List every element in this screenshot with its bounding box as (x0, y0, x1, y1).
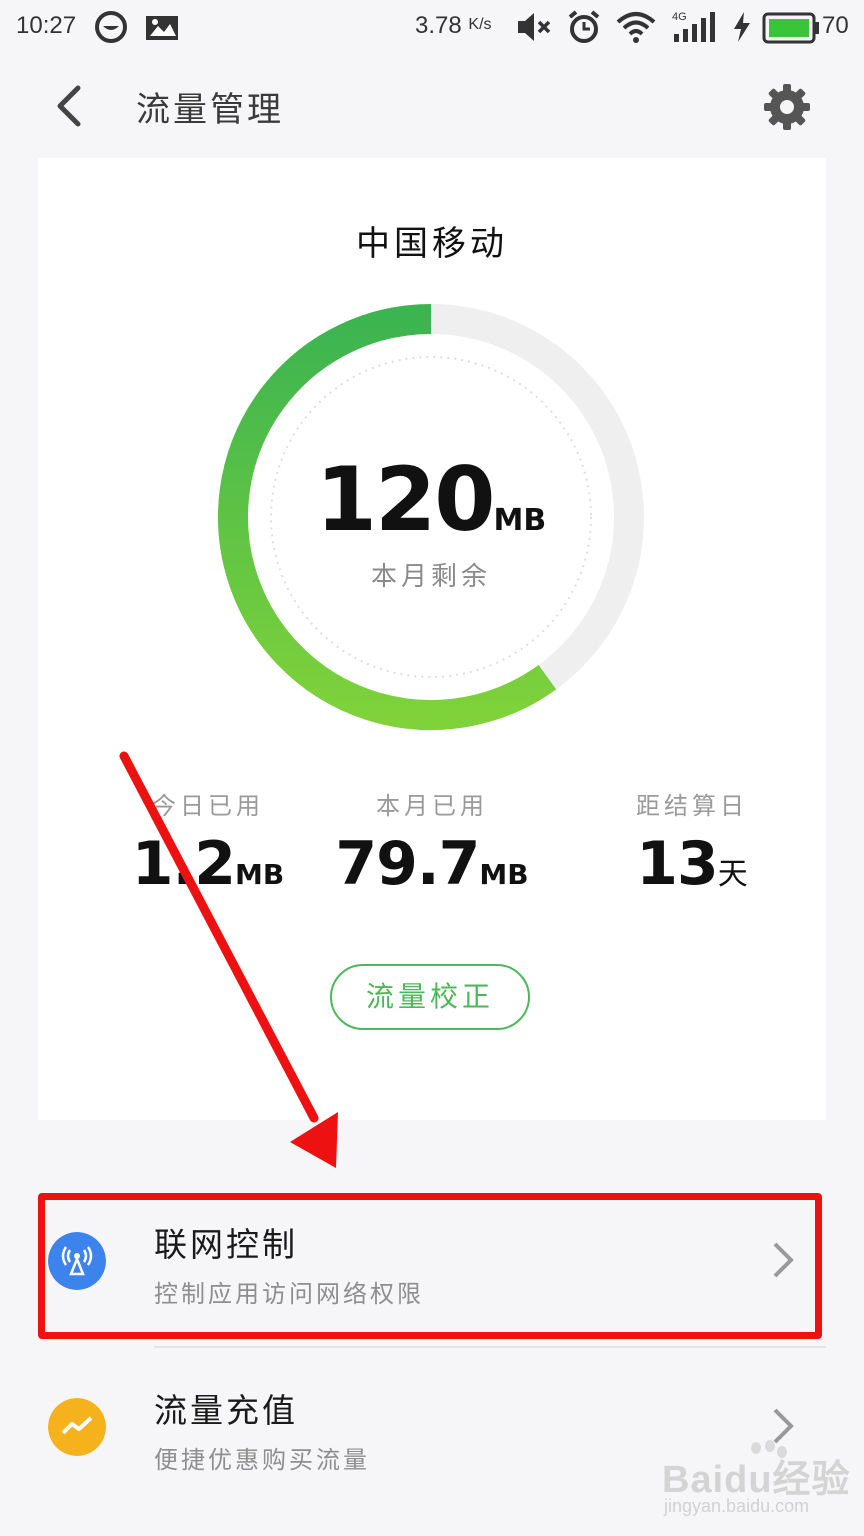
antenna-icon (48, 1232, 106, 1290)
remaining-value: 120MB (216, 448, 646, 551)
speed-unit: K/s (468, 16, 492, 33)
network-speed: 3.78 K/s (415, 12, 492, 40)
network-type-text: 4G (672, 11, 687, 23)
remaining-label: 本月剩余 (370, 562, 491, 592)
remaining-number: 120 (315, 448, 496, 551)
stat-number: 13 (636, 829, 718, 899)
chat-bubble-icon (95, 11, 127, 43)
stat-label: 本月已用 (376, 792, 488, 820)
chevron-right-icon (773, 1242, 794, 1278)
stat-days-to-billing: 距结算日 13天 (567, 786, 817, 899)
battery-icon (762, 12, 819, 44)
stat-unit: MB (235, 858, 285, 891)
data-usage-card: 中国移动 120MB 本月剩余 今日已用 1.2MB 本月已用 79.7MB 距… (38, 158, 826, 1120)
status-bar: 10:27 3.78 K/s 4G 70 (0, 0, 864, 56)
wifi-icon (616, 12, 656, 43)
list-item-network-control[interactable]: 联网控制 控制应用访问网络权限 (38, 1194, 826, 1344)
trend-icon (48, 1398, 106, 1456)
list-item-subtitle: 控制应用访问网络权限 (154, 1280, 424, 1308)
stat-today-used: 今日已用 1.2MB (83, 786, 333, 899)
watermark-text: Baidu经验 (662, 1459, 851, 1501)
alarm-icon (568, 10, 600, 43)
app-header: 流量管理 (0, 60, 864, 152)
stat-label: 今日已用 (152, 792, 264, 820)
list-item-title: 联网控制 (154, 1225, 298, 1264)
list-divider (154, 1346, 826, 1348)
stat-number: 1.2 (131, 829, 236, 899)
mute-icon (518, 13, 551, 41)
usage-stats: 今日已用 1.2MB 本月已用 79.7MB 距结算日 13天 (38, 786, 826, 906)
stat-value: 13天 (567, 829, 817, 899)
image-notification-icon (146, 16, 178, 40)
battery-level: 70 (822, 12, 849, 39)
remaining-unit: MB (493, 503, 547, 538)
signal-icon: 4G (672, 11, 715, 42)
carrier-name: 中国移动 (356, 224, 508, 264)
speed-value: 3.78 (415, 12, 462, 39)
stat-month-used: 本月已用 79.7MB (307, 786, 557, 899)
stat-value: 79.7MB (307, 829, 557, 899)
gear-icon[interactable] (762, 82, 812, 132)
stat-unit: MB (479, 858, 529, 891)
stat-unit: 天 (717, 857, 748, 892)
stat-value: 1.2MB (83, 829, 333, 899)
page-title: 流量管理 (136, 90, 284, 130)
charging-icon (734, 12, 750, 42)
status-time: 10:27 (16, 12, 77, 39)
list-item-title: 流量充值 (154, 1391, 298, 1430)
back-arrow-icon[interactable] (48, 82, 92, 130)
watermark-url: jingyan.baidu.com (664, 1496, 810, 1516)
list-item-subtitle: 便捷优惠购买流量 (154, 1446, 370, 1474)
stat-label: 距结算日 (636, 792, 748, 820)
calibrate-button[interactable]: 流量校正 (330, 964, 530, 1030)
stat-number: 79.7 (335, 829, 480, 899)
